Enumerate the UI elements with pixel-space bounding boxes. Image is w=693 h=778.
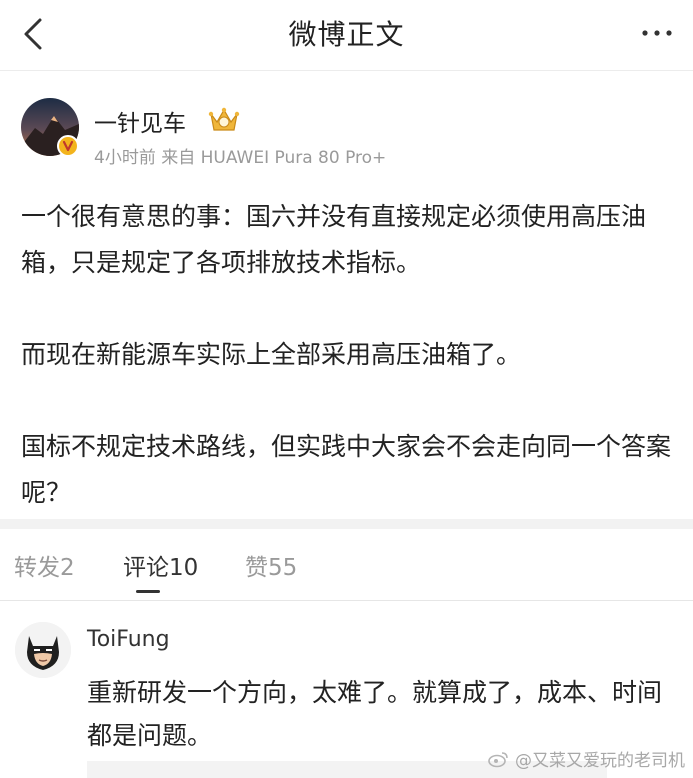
commenter-name[interactable]: ToiFung <box>87 627 170 652</box>
watermark-text: @又菜又爱玩的老司机 <box>515 751 685 771</box>
post-paragraph: 一个很有意思的事：国六并没有直接规定必须使用高压油箱，只是规定了各项排放技术指标… <box>21 202 647 277</box>
post-paragraph: 而现在新能源车实际上全部采用高压油箱了。 <box>21 340 522 369</box>
post-paragraph: 国标不规定技术路线，但实践中大家会不会走向同一个答案呢？ <box>21 432 672 507</box>
tab-likes[interactable]: 赞55 <box>245 548 297 582</box>
post-meta: 4小时前 来自 HUAWEI Pura 80 Pro+ <box>94 148 387 168</box>
post-content: 一个很有意思的事：国六并没有直接规定必须使用高压油箱，只是规定了各项排放技术指标… <box>21 194 671 516</box>
crown-medal-icon[interactable] <box>207 102 241 136</box>
post-tabs: 转发2 评论10 赞55 <box>0 529 693 601</box>
active-tab-indicator <box>136 590 160 593</box>
author-name[interactable]: 一针见车 <box>94 104 186 138</box>
verified-badge-icon <box>57 135 79 157</box>
page-title: 微博正文 <box>288 18 405 51</box>
more-options-icon[interactable] <box>637 18 677 48</box>
top-bar: 微博正文 <box>0 0 693 71</box>
weibo-watermark: @又菜又爱玩的老司机 <box>487 746 685 771</box>
commenter-avatar[interactable] <box>15 622 71 678</box>
tab-comments[interactable]: 评论10 <box>123 548 198 582</box>
comment-text: 重新研发一个方向，太难了。就算成了，成本、时间都是问题。 <box>87 678 663 750</box>
section-divider <box>0 519 693 529</box>
tab-reposts[interactable]: 转发2 <box>14 548 75 582</box>
post-card: 一针见车 4小时前 来自 HUAWEI Pura 80 Pro+ 一个很有意思的… <box>0 71 693 519</box>
weibo-logo-icon <box>488 751 508 767</box>
